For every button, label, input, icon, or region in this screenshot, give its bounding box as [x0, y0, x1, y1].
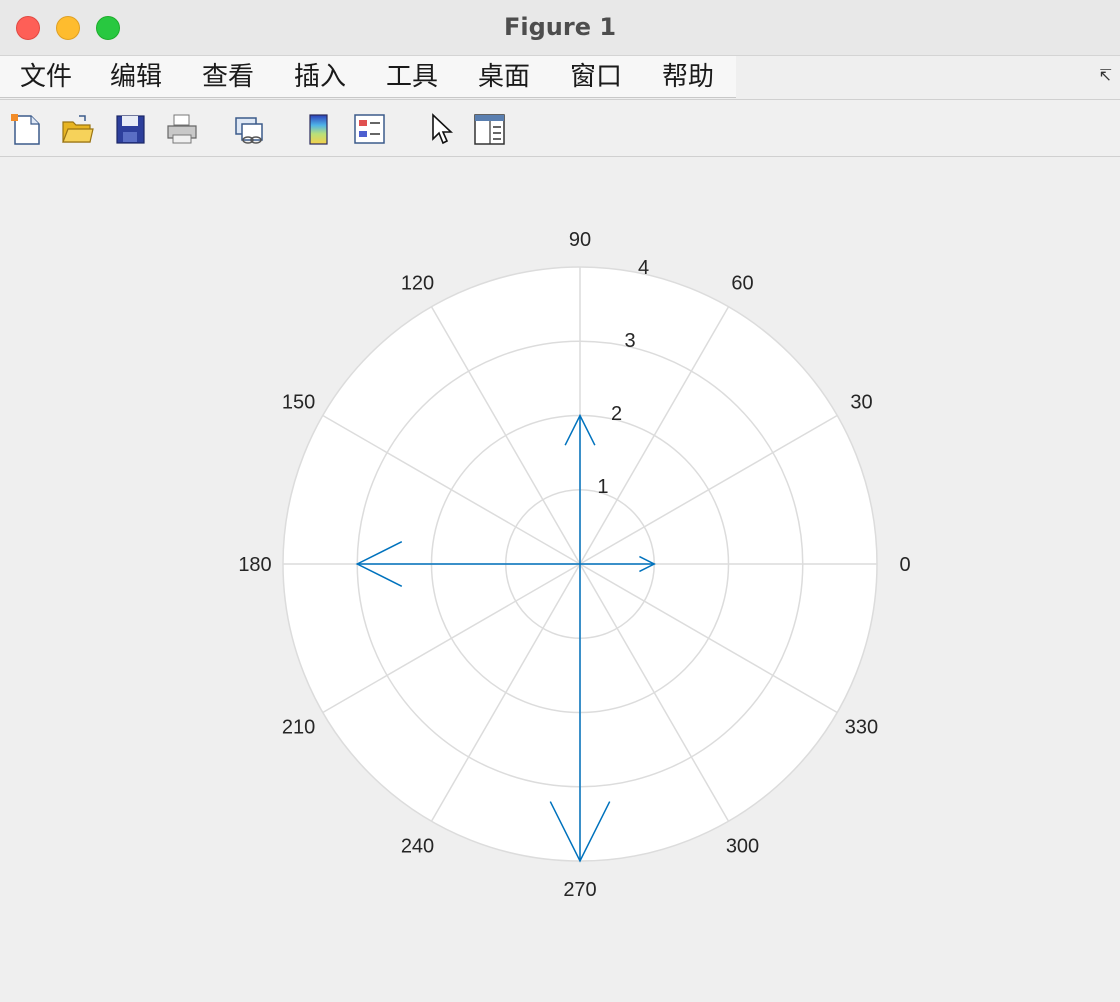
menu-item-file[interactable]: 文件 — [18, 62, 74, 92]
menu-item-view[interactable]: 查看 — [200, 62, 256, 92]
r-tick-label: 2 — [611, 403, 622, 425]
theta-tick-label: 210 — [282, 717, 315, 739]
theta-tick-label: 300 — [726, 835, 759, 857]
menu-item-tools[interactable]: 工具 — [384, 62, 440, 92]
r-tick-label: 4 — [638, 257, 649, 279]
menu-item-desktop[interactable]: 桌面 — [476, 62, 532, 92]
theta-tick-label: 30 — [850, 392, 872, 414]
menu-item-insert[interactable]: 插入 — [292, 62, 348, 92]
insert-legend-icon[interactable] — [352, 112, 386, 146]
new-figure-icon[interactable] — [9, 112, 43, 146]
menu-item-help[interactable]: 帮助 — [660, 62, 716, 92]
edit-plot-icon[interactable] — [424, 112, 458, 146]
toolbar — [0, 99, 1120, 157]
polar-plot[interactable]: 0 30 60 90 120 150 180 210 240 270 300 330 1 2 3 4 — [0, 156, 1120, 998]
menu-bar-strip: 文件 编辑 查看 插入 工具 桌面 窗口 帮助 — [0, 56, 736, 98]
menu-item-edit[interactable]: 编辑 — [108, 62, 164, 92]
figure-canvas: 0 30 60 90 120 150 180 210 240 270 300 330 1 2 3 4 — [0, 156, 1120, 998]
theta-tick-label: 120 — [401, 273, 434, 295]
overflow-arrow-icon[interactable]: ↸ — [1099, 66, 1112, 85]
link-plot-icon[interactable] — [232, 112, 266, 146]
theta-tick-label: 180 — [238, 554, 271, 576]
save-icon[interactable] — [113, 112, 147, 146]
menu-item-window[interactable]: 窗口 — [568, 62, 624, 92]
open-file-icon[interactable] — [60, 112, 94, 146]
print-icon[interactable] — [165, 112, 199, 146]
theta-tick-label: 90 — [569, 229, 591, 251]
r-tick-label: 3 — [624, 330, 635, 352]
menu-bar: 文件 编辑 查看 插入 工具 桌面 窗口 帮助 ↸ — [0, 56, 1120, 98]
r-tick-label: 1 — [597, 476, 608, 498]
theta-tick-label: 270 — [563, 879, 596, 901]
theta-tick-label: 330 — [845, 717, 878, 739]
theta-tick-label: 60 — [731, 273, 753, 295]
window-title: Figure 1 — [503, 13, 617, 41]
property-inspector-icon[interactable] — [472, 112, 506, 146]
theta-tick-label: 0 — [899, 554, 910, 576]
title-bar: Figure 1 — [0, 0, 1120, 56]
theta-tick-label: 150 — [282, 392, 315, 414]
theta-tick-label: 240 — [401, 835, 434, 857]
insert-colorbar-icon[interactable] — [302, 112, 336, 146]
